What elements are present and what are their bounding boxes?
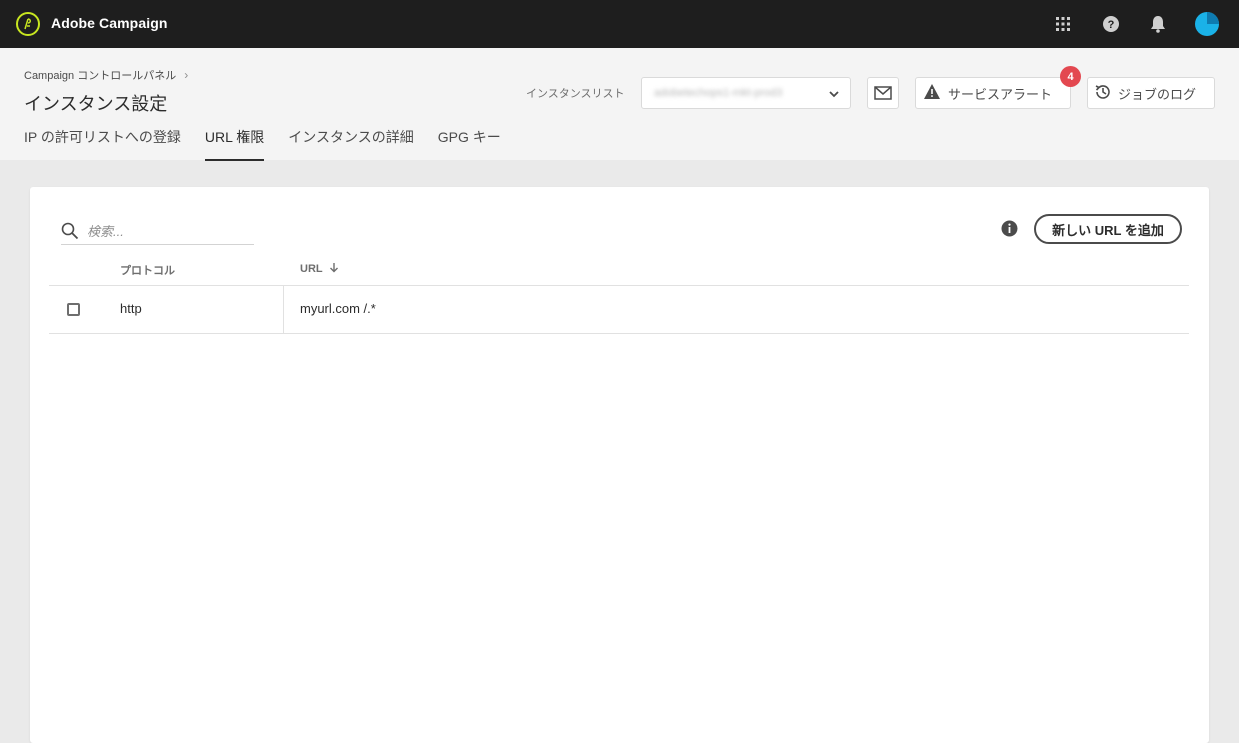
chevron-down-icon bbox=[828, 87, 840, 105]
warning-icon bbox=[924, 84, 940, 102]
add-url-button[interactable]: 新しい URL を追加 bbox=[1034, 214, 1182, 244]
chevron-right-icon: › bbox=[184, 68, 189, 82]
tab-url-permissions[interactable]: URL 権限 bbox=[204, 127, 265, 161]
table-row-divider bbox=[49, 333, 1189, 334]
email-settings-button[interactable] bbox=[867, 77, 899, 109]
tab-instance-details[interactable]: インスタンスの詳細 bbox=[288, 127, 413, 161]
job-logs-label: ジョブのログ bbox=[1118, 86, 1197, 102]
cell-url: myurl.com /.* bbox=[300, 301, 376, 316]
search-field[interactable]: 検索... bbox=[61, 217, 254, 245]
page-header: Campaign コントロールパネル › インスタンス設定 IP の許可リストへ… bbox=[0, 48, 1239, 161]
instance-list-label: インスタンスリスト bbox=[526, 88, 625, 100]
search-icon bbox=[61, 222, 79, 239]
user-avatar[interactable] bbox=[1195, 12, 1219, 36]
instance-select-value: adobetechops1-mkt-prod3 bbox=[654, 87, 783, 99]
apps-grid-icon[interactable] bbox=[1053, 14, 1073, 34]
tab-bar: IP の許可リストへの登録 URL 権限 インスタンスの詳細 GPG キー bbox=[24, 127, 501, 161]
table-row[interactable]: http myurl.com /.* bbox=[49, 286, 1189, 333]
service-alerts-button[interactable]: サービスアラート bbox=[915, 77, 1071, 109]
page-title: インスタンス設定 bbox=[24, 94, 168, 114]
job-logs-button[interactable]: ジョブのログ bbox=[1087, 77, 1215, 109]
service-alerts-label: サービスアラート bbox=[948, 86, 1053, 102]
bell-icon[interactable] bbox=[1148, 14, 1168, 34]
tab-ip-allowlist[interactable]: IP の許可リストへの登録 bbox=[24, 127, 181, 161]
column-header-url[interactable]: URL bbox=[300, 262, 339, 276]
url-permissions-panel: 検索... 新しい URL を追加 プロトコル URL http myurl.c… bbox=[30, 187, 1209, 743]
app-title: Adobe Campaign bbox=[51, 15, 168, 31]
column-divider bbox=[283, 286, 284, 333]
breadcrumb-link[interactable]: Campaign コントロールパネル bbox=[24, 67, 176, 83]
column-header-protocol[interactable]: プロトコル bbox=[120, 262, 175, 278]
tab-gpg-keys[interactable]: GPG キー bbox=[438, 127, 501, 161]
sort-descending-icon bbox=[329, 262, 339, 276]
cell-protocol: http bbox=[120, 301, 142, 316]
svg-text:?: ? bbox=[1108, 19, 1115, 31]
history-icon bbox=[1094, 83, 1112, 104]
row-checkbox[interactable] bbox=[67, 303, 80, 316]
mail-icon bbox=[874, 86, 892, 100]
help-icon[interactable]: ? bbox=[1101, 14, 1121, 34]
top-bar: Adobe Campaign ? bbox=[0, 0, 1239, 48]
instance-select[interactable]: adobetechops1-mkt-prod3 bbox=[641, 77, 851, 109]
search-input[interactable]: 検索... bbox=[87, 221, 124, 240]
info-icon[interactable] bbox=[1001, 220, 1018, 242]
alert-count-badge: 4 bbox=[1060, 66, 1081, 87]
adobe-campaign-logo-icon[interactable] bbox=[16, 12, 40, 36]
breadcrumb[interactable]: Campaign コントロールパネル › bbox=[24, 67, 188, 83]
